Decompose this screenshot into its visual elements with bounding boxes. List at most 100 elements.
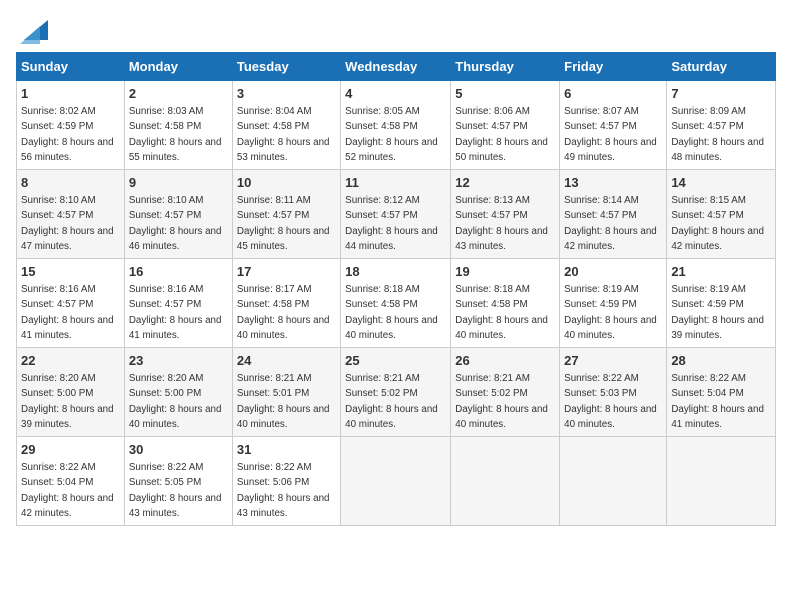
calendar-cell: 19 Sunrise: 8:18 AMSunset: 4:58 PMDayligh…: [451, 259, 560, 348]
calendar-cell: 29 Sunrise: 8:22 AMSunset: 5:04 PMDayligh…: [17, 437, 125, 526]
weekday-header-wednesday: Wednesday: [341, 53, 451, 81]
day-number: 3: [237, 85, 336, 103]
day-number: 12: [455, 174, 555, 192]
day-info: Sunrise: 8:22 AMSunset: 5:03 PMDaylight:…: [564, 373, 657, 430]
day-number: 13: [564, 174, 662, 192]
day-info: Sunrise: 8:07 AMSunset: 4:57 PMDaylight:…: [564, 106, 657, 163]
calendar-cell: 15 Sunrise: 8:16 AMSunset: 4:57 PMDayligh…: [17, 259, 125, 348]
calendar-cell: 23 Sunrise: 8:20 AMSunset: 5:00 PMDayligh…: [124, 348, 232, 437]
weekday-header-sunday: Sunday: [17, 53, 125, 81]
logo: [16, 16, 48, 42]
header: [16, 16, 776, 42]
day-number: 5: [455, 85, 555, 103]
calendar-cell: 18 Sunrise: 8:18 AMSunset: 4:58 PMDayligh…: [341, 259, 451, 348]
day-number: 17: [237, 263, 336, 281]
week-row-2: 8 Sunrise: 8:10 AMSunset: 4:57 PMDaylight…: [17, 170, 776, 259]
day-number: 29: [21, 441, 120, 459]
day-number: 31: [237, 441, 336, 459]
calendar-cell: [341, 437, 451, 526]
day-info: Sunrise: 8:17 AMSunset: 4:58 PMDaylight:…: [237, 284, 330, 341]
calendar-cell: 5 Sunrise: 8:06 AMSunset: 4:57 PMDaylight…: [451, 81, 560, 170]
day-info: Sunrise: 8:22 AMSunset: 5:04 PMDaylight:…: [21, 462, 114, 519]
calendar-table: SundayMondayTuesdayWednesdayThursdayFrid…: [16, 52, 776, 526]
calendar-cell: 25Sunrise: 8:21 AMSunset: 5:02 PMDayligh…: [341, 348, 451, 437]
calendar-cell: 27 Sunrise: 8:22 AMSunset: 5:03 PMDayligh…: [560, 348, 667, 437]
day-number: 2: [129, 85, 228, 103]
day-number: 15: [21, 263, 120, 281]
calendar-cell: [451, 437, 560, 526]
day-number: 11: [345, 174, 446, 192]
calendar-cell: 4 Sunrise: 8:05 AMSunset: 4:58 PMDaylight…: [341, 81, 451, 170]
day-number: 27: [564, 352, 662, 370]
week-row-1: 1Sunrise: 8:02 AMSunset: 4:59 PMDaylight…: [17, 81, 776, 170]
day-number: 19: [455, 263, 555, 281]
day-number: 4: [345, 85, 446, 103]
day-info: Sunrise: 8:06 AMSunset: 4:57 PMDaylight:…: [455, 106, 548, 163]
calendar-cell: 26 Sunrise: 8:21 AMSunset: 5:02 PMDayligh…: [451, 348, 560, 437]
calendar-cell: 7 Sunrise: 8:09 AMSunset: 4:57 PMDaylight…: [667, 81, 776, 170]
weekday-header-row: SundayMondayTuesdayWednesdayThursdayFrid…: [17, 53, 776, 81]
calendar-cell: 28 Sunrise: 8:22 AMSunset: 5:04 PMDayligh…: [667, 348, 776, 437]
day-info: Sunrise: 8:18 AMSunset: 4:58 PMDaylight:…: [345, 284, 438, 341]
day-info: Sunrise: 8:19 AMSunset: 4:59 PMDaylight:…: [564, 284, 657, 341]
day-number: 8: [21, 174, 120, 192]
day-info: Sunrise: 8:04 AMSunset: 4:58 PMDaylight:…: [237, 106, 330, 163]
day-number: 20: [564, 263, 662, 281]
day-info: Sunrise: 8:12 AMSunset: 4:57 PMDaylight:…: [345, 195, 438, 252]
calendar-cell: 30Sunrise: 8:22 AMSunset: 5:05 PMDayligh…: [124, 437, 232, 526]
day-number: 6: [564, 85, 662, 103]
calendar-cell: 8Sunrise: 8:10 AMSunset: 4:57 PMDaylight…: [17, 170, 125, 259]
weekday-header-saturday: Saturday: [667, 53, 776, 81]
day-info: Sunrise: 8:19 AMSunset: 4:59 PMDaylight:…: [671, 284, 764, 341]
day-number: 22: [21, 352, 120, 370]
calendar-cell: 11 Sunrise: 8:12 AMSunset: 4:57 PMDayligh…: [341, 170, 451, 259]
day-info: Sunrise: 8:10 AMSunset: 4:57 PMDaylight:…: [129, 195, 222, 252]
day-info: Sunrise: 8:20 AMSunset: 5:00 PMDaylight:…: [21, 373, 114, 430]
day-info: Sunrise: 8:21 AMSunset: 5:02 PMDaylight:…: [345, 373, 438, 430]
weekday-header-thursday: Thursday: [451, 53, 560, 81]
day-number: 16: [129, 263, 228, 281]
calendar-cell: [667, 437, 776, 526]
day-number: 30: [129, 441, 228, 459]
calendar-cell: 17 Sunrise: 8:17 AMSunset: 4:58 PMDayligh…: [232, 259, 340, 348]
day-number: 9: [129, 174, 228, 192]
calendar-cell: 13 Sunrise: 8:14 AMSunset: 4:57 PMDayligh…: [560, 170, 667, 259]
calendar-cell: 1Sunrise: 8:02 AMSunset: 4:59 PMDaylight…: [17, 81, 125, 170]
calendar-cell: 10 Sunrise: 8:11 AMSunset: 4:57 PMDayligh…: [232, 170, 340, 259]
day-number: 10: [237, 174, 336, 192]
day-info: Sunrise: 8:11 AMSunset: 4:57 PMDaylight:…: [237, 195, 330, 252]
day-info: Sunrise: 8:05 AMSunset: 4:58 PMDaylight:…: [345, 106, 438, 163]
calendar-cell: 31Sunrise: 8:22 AMSunset: 5:06 PMDayligh…: [232, 437, 340, 526]
day-info: Sunrise: 8:14 AMSunset: 4:57 PMDaylight:…: [564, 195, 657, 252]
calendar-cell: 3 Sunrise: 8:04 AMSunset: 4:58 PMDaylight…: [232, 81, 340, 170]
day-info: Sunrise: 8:16 AMSunset: 4:57 PMDaylight:…: [21, 284, 114, 341]
day-info: Sunrise: 8:03 AMSunset: 4:58 PMDaylight:…: [129, 106, 222, 163]
day-info: Sunrise: 8:13 AMSunset: 4:57 PMDaylight:…: [455, 195, 548, 252]
calendar-cell: 20 Sunrise: 8:19 AMSunset: 4:59 PMDayligh…: [560, 259, 667, 348]
weekday-header-tuesday: Tuesday: [232, 53, 340, 81]
day-info: Sunrise: 8:09 AMSunset: 4:57 PMDaylight:…: [671, 106, 764, 163]
calendar-cell: 16 Sunrise: 8:16 AMSunset: 4:57 PMDayligh…: [124, 259, 232, 348]
weekday-header-monday: Monday: [124, 53, 232, 81]
calendar-cell: 24Sunrise: 8:21 AMSunset: 5:01 PMDayligh…: [232, 348, 340, 437]
day-number: 18: [345, 263, 446, 281]
day-info: Sunrise: 8:18 AMSunset: 4:58 PMDaylight:…: [455, 284, 548, 341]
day-info: Sunrise: 8:21 AMSunset: 5:02 PMDaylight:…: [455, 373, 548, 430]
day-number: 23: [129, 352, 228, 370]
day-info: Sunrise: 8:16 AMSunset: 4:57 PMDaylight:…: [129, 284, 222, 341]
calendar-cell: 9 Sunrise: 8:10 AMSunset: 4:57 PMDaylight…: [124, 170, 232, 259]
main-container: SundayMondayTuesdayWednesdayThursdayFrid…: [0, 0, 792, 534]
day-info: Sunrise: 8:21 AMSunset: 5:01 PMDaylight:…: [237, 373, 330, 430]
calendar-cell: 22 Sunrise: 8:20 AMSunset: 5:00 PMDayligh…: [17, 348, 125, 437]
week-row-5: 29 Sunrise: 8:22 AMSunset: 5:04 PMDayligh…: [17, 437, 776, 526]
day-info: Sunrise: 8:22 AMSunset: 5:04 PMDaylight:…: [671, 373, 764, 430]
day-number: 7: [671, 85, 771, 103]
day-number: 14: [671, 174, 771, 192]
day-number: 26: [455, 352, 555, 370]
calendar-cell: 2 Sunrise: 8:03 AMSunset: 4:58 PMDaylight…: [124, 81, 232, 170]
week-row-4: 22 Sunrise: 8:20 AMSunset: 5:00 PMDayligh…: [17, 348, 776, 437]
day-info: Sunrise: 8:15 AMSunset: 4:57 PMDaylight:…: [671, 195, 764, 252]
day-info: Sunrise: 8:20 AMSunset: 5:00 PMDaylight:…: [129, 373, 222, 430]
day-number: 28: [671, 352, 771, 370]
day-number: 21: [671, 263, 771, 281]
